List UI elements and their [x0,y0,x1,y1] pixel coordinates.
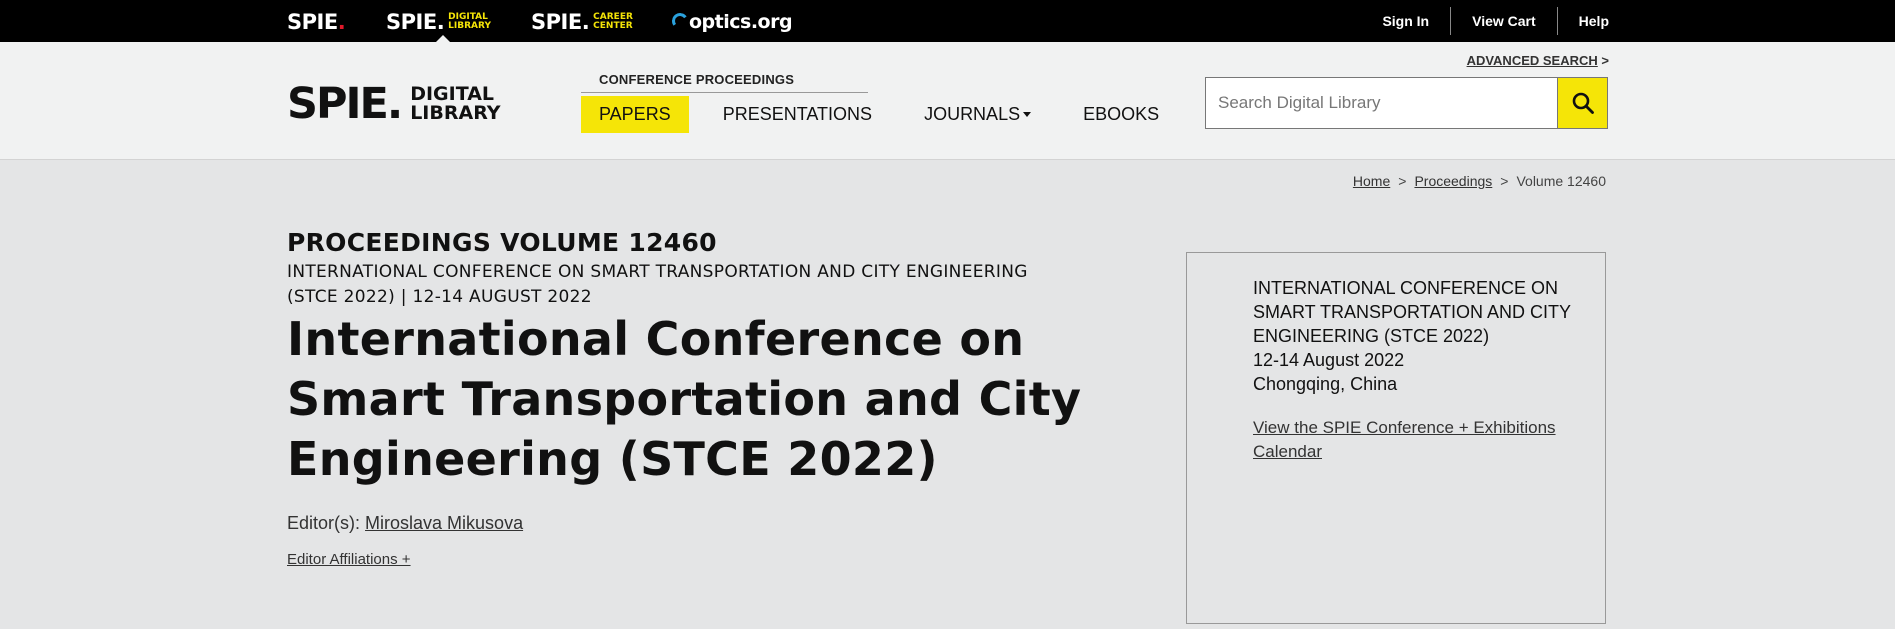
spie-brand-label: SPIE [287,10,338,34]
conference-subtitle: INTERNATIONAL CONFERENCE ON SMART TRANSP… [287,260,1147,310]
breadcrumb-current: Volume 12460 [1516,173,1606,189]
optics-arc-icon [670,11,690,31]
search-input[interactable] [1206,78,1557,128]
conference-info-box: INTERNATIONAL CONFERENCE ON SMART TRANSP… [1186,252,1606,624]
conference-calendar-link[interactable]: View the SPIE Conference + Exhibitions C… [1253,416,1573,464]
top-bar: SPIE. SPIE. DIGITAL LIBRARY SPIE. CAREER… [0,0,1895,42]
spie-career-center-brand-link[interactable]: SPIE. CAREER CENTER [531,10,635,34]
main-nav: PAPERS PRESENTATIONS JOURNALS EBOOKS [581,96,1193,133]
nav-journals[interactable]: JOURNALS [906,96,1049,133]
search-button[interactable] [1557,78,1607,128]
editors-label: Editor(s): [287,513,361,533]
brand-dot: . [337,10,346,34]
conference-dates: 12-14 August 2022 [1253,350,1405,370]
sign-in-link[interactable]: Sign In [1361,7,1450,35]
section-label: CONFERENCE PROCEEDINGS [581,72,868,93]
nav-ebooks[interactable]: EBOOKS [1065,96,1177,133]
logo-dot: . [386,79,403,129]
conference-name: INTERNATIONAL CONFERENCE ON SMART TRANSP… [1253,278,1571,346]
conference-subtitle-line-2: (STCE 2022) | 12-14 AUGUST 2022 [287,287,592,307]
logo-sub: DIGITAL LIBRARY [410,85,500,123]
spie-digital-library-logo[interactable]: SPIE. DIGITAL LIBRARY [287,79,501,129]
active-brand-caret-icon [436,35,450,42]
view-cart-link[interactable]: View Cart [1451,7,1557,35]
conference-info: INTERNATIONAL CONFERENCE ON SMART TRANSP… [1253,276,1593,396]
nav-papers[interactable]: PAPERS [581,96,689,133]
advanced-search-link[interactable]: ADVANCED SEARCH [1467,53,1598,68]
optics-org-link[interactable]: optics.org [670,11,793,33]
breadcrumb-separator: > [1500,173,1509,189]
brand-sub-label: CAREER CENTER [593,12,633,31]
editor-link[interactable]: Miroslava Mikusova [365,513,523,533]
page-title: International Conference on Smart Transp… [287,312,1082,486]
editors: Editor(s): Miroslava Mikusova [287,513,523,534]
breadcrumb-home[interactable]: Home [1353,173,1390,189]
editor-affiliations-toggle[interactable]: Editor Affiliations + [287,551,411,568]
breadcrumb: Home > Proceedings > Volume 12460 [1353,173,1606,189]
nav-label: PRESENTATIONS [722,104,873,124]
volume-heading: PROCEEDINGS VOLUME 12460 [287,228,717,257]
search-icon [1572,92,1594,114]
spie-digital-library-brand-link[interactable]: SPIE. DIGITAL LIBRARY [386,10,496,34]
advanced-search: ADVANCED SEARCH > [1466,53,1609,68]
spie-brand-label: SPIE [531,10,582,34]
nav-label: EBOOKS [1083,104,1160,124]
brand-sub-label: DIGITAL LIBRARY [448,12,491,31]
breadcrumb-separator: > [1398,173,1407,189]
breadcrumb-proceedings[interactable]: Proceedings [1414,173,1492,189]
optics-label: optics.org [689,11,793,33]
brand-dot: . [581,10,590,34]
chevron-down-icon [1023,112,1032,117]
account-links: Sign In View Cart Help [1361,0,1609,42]
logo-sub-line-2: LIBRARY [410,102,501,124]
brand-dot: . [436,10,445,34]
nav-presentations[interactable]: PRESENTATIONS [705,96,890,133]
logo-main: SPIE [287,79,389,129]
nav-label: JOURNALS [924,104,1021,124]
conference-subtitle-line-1: INTERNATIONAL CONFERENCE ON SMART TRANSP… [287,262,1028,282]
search-bar [1205,77,1608,129]
help-link[interactable]: Help [1558,7,1609,35]
spie-brand-link[interactable]: SPIE. [287,10,346,34]
nav-label: PAPERS [599,104,671,124]
spie-brand-label: SPIE [386,10,437,34]
conference-location: Chongqing, China [1253,374,1398,394]
